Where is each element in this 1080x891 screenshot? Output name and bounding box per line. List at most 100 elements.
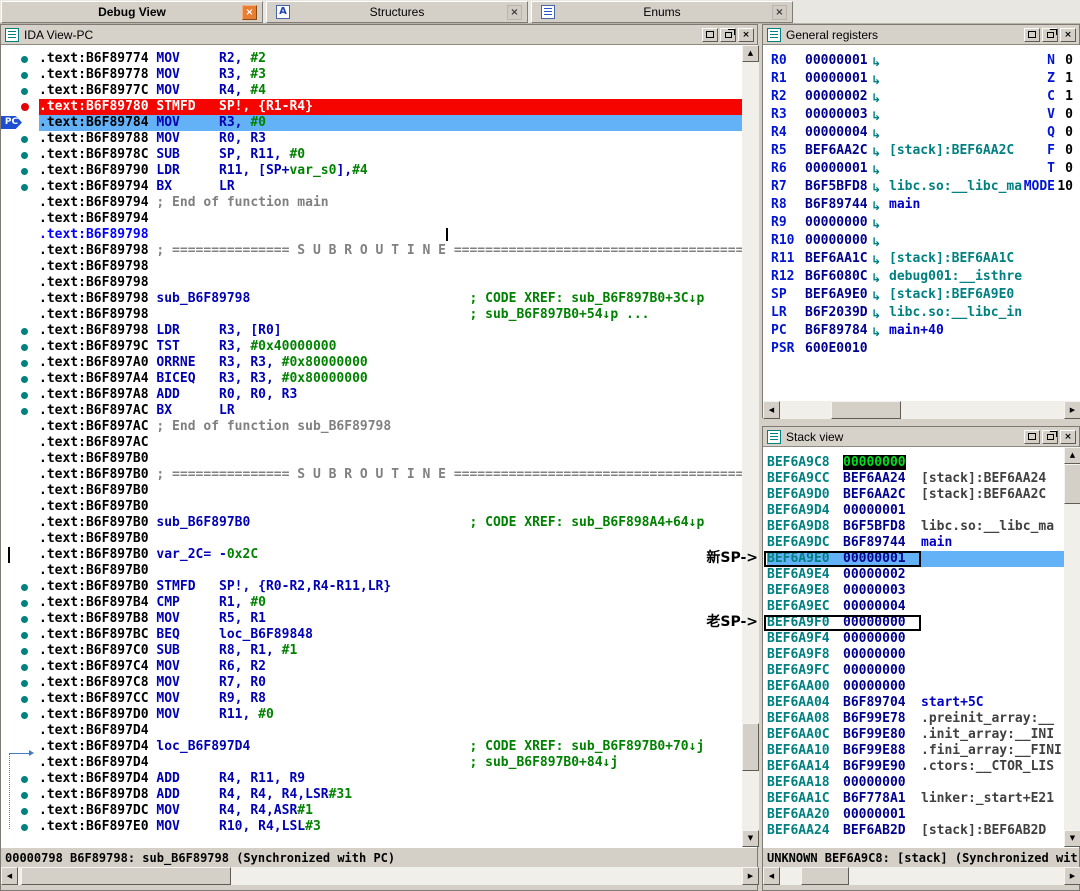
follow-arrow-icon[interactable]: ↳ bbox=[871, 233, 881, 251]
tab-close-icon[interactable]: × bbox=[772, 5, 787, 20]
disasm-hscrollbar[interactable]: ◀ ▶ bbox=[1, 867, 759, 885]
stack-row[interactable]: BEF6A9C8 00000000 bbox=[767, 455, 1064, 471]
disasm-line[interactable]: .text:B6F89798 LDR R3, [R0] bbox=[1, 323, 742, 339]
scroll-left-icon[interactable]: ◀ bbox=[763, 867, 780, 885]
disasm-line[interactable]: .text:B6F897D4 ADD R4, R11, R9 bbox=[1, 771, 742, 787]
disassembly-lines[interactable]: .text:B6F89774 MOV R2, #2 .text:B6F89778 … bbox=[1, 45, 742, 847]
stack-float-icon[interactable] bbox=[1042, 429, 1058, 444]
stack-minimize-icon[interactable] bbox=[1024, 429, 1040, 444]
follow-arrow-icon[interactable]: ↳ bbox=[871, 323, 881, 341]
stack-hscroll-thumb[interactable] bbox=[801, 867, 849, 885]
registers-float-icon[interactable] bbox=[1042, 27, 1058, 42]
disasm-line[interactable]: .text:B6F8978C SUB SP, R11, #0 bbox=[1, 147, 742, 163]
register-row[interactable]: R7 B6F5BFD8 ↳ libc.so:__libc_ma bbox=[771, 179, 1080, 197]
follow-arrow-icon[interactable]: ↳ bbox=[871, 215, 881, 233]
stack-titlebar[interactable]: Stack view × bbox=[763, 427, 1079, 447]
disasm-line[interactable]: .text:B6F897B0 bbox=[1, 563, 742, 579]
disasm-line[interactable]: .text:B6F897AC BX LR bbox=[1, 403, 742, 419]
stack-row[interactable]: BEF6AA04 B6F89704 start+5C bbox=[767, 695, 1064, 711]
follow-arrow-icon[interactable]: ↳ bbox=[871, 143, 881, 161]
follow-arrow-icon[interactable]: ↳ bbox=[871, 179, 881, 197]
disasm-line[interactable]: .text:B6F89774 MOV R2, #2 bbox=[1, 51, 742, 67]
scroll-right-icon[interactable]: ▶ bbox=[1064, 867, 1080, 885]
disasm-line[interactable]: .text:B6F897E0 MOV R10, R4,LSL#3 bbox=[1, 819, 742, 835]
registers-hscrollbar[interactable]: ◀ ▶ bbox=[763, 401, 1080, 419]
register-row[interactable]: R4 00000004 ↳ bbox=[771, 125, 1080, 143]
disasm-line[interactable]: .text:B6F897AC ; End of function sub_B6F… bbox=[1, 419, 742, 435]
register-row[interactable]: PC B6F89784 ↳ main+40 bbox=[771, 323, 1080, 341]
stack-row[interactable]: BEF6AA18 00000000 bbox=[767, 775, 1064, 791]
stack-vscroll-thumb[interactable] bbox=[1064, 464, 1080, 504]
register-row[interactable]: R12 B6F6080C ↳ debug001:__isthre bbox=[771, 269, 1080, 287]
stack-row[interactable]: BEF6A9EC 00000004 bbox=[767, 599, 1064, 615]
stack-rows[interactable]: BEF6A9C8 00000000 BEF6A9CC BEF6AA24 [stack]:… bbox=[763, 447, 1064, 847]
tab-enums[interactable]: Enums × bbox=[531, 1, 793, 23]
scroll-right-icon[interactable]: ▶ bbox=[1064, 401, 1080, 419]
scroll-left-icon[interactable]: ◀ bbox=[1, 867, 18, 885]
follow-arrow-icon[interactable]: ↳ bbox=[871, 53, 881, 71]
disasm-vscrollbar[interactable]: ▲ ▼ bbox=[742, 45, 759, 847]
registers-hscroll-thumb[interactable] bbox=[831, 401, 901, 419]
stack-row[interactable]: BEF6A9E0 00000001 bbox=[764, 551, 1064, 567]
register-row[interactable]: R1 00000001 ↳ bbox=[771, 71, 1080, 89]
tab-close-icon[interactable]: × bbox=[242, 5, 257, 20]
disasm-line[interactable]: .text:B6F897C4 MOV R6, R2 bbox=[1, 659, 742, 675]
disasm-line[interactable]: .text:B6F89790 LDR R11, [SP+var_s0],#4 bbox=[1, 163, 742, 179]
disasm-line[interactable]: .text:B6F89798 sub_B6F89798 ; CODE XREF:… bbox=[1, 291, 742, 307]
tab-structures[interactable]: A Structures × bbox=[266, 1, 528, 23]
disasm-line[interactable]: .text:B6F897C0 SUB R8, R1, #1 bbox=[1, 643, 742, 659]
disasm-line[interactable]: .text:B6F897D0 MOV R11, #0 bbox=[1, 707, 742, 723]
disasm-line[interactable]: .text:B6F89794 bbox=[1, 211, 742, 227]
register-row[interactable]: SP BEF6A9E0 ↳ [stack]:BEF6A9E0 bbox=[771, 287, 1080, 305]
disasm-line[interactable]: .text:B6F89778 MOV R3, #3 bbox=[1, 67, 742, 83]
disasm-line[interactable]: .text:B6F897B0 bbox=[1, 451, 742, 467]
disasm-line[interactable]: .text:B6F897A8 ADD R0, R0, R3 bbox=[1, 387, 742, 403]
follow-arrow-icon[interactable]: ↳ bbox=[871, 125, 881, 143]
stack-row[interactable]: BEF6A9E8 00000003 bbox=[767, 583, 1064, 599]
disasm-line[interactable]: .text:B6F897B0 sub_B6F897B0 ; CODE XREF:… bbox=[1, 515, 742, 531]
stack-row[interactable]: BEF6A9DC B6F89744 main bbox=[767, 535, 1064, 551]
disasm-line[interactable]: .text:B6F897B0 bbox=[1, 499, 742, 515]
follow-arrow-icon[interactable]: ↳ bbox=[871, 197, 881, 215]
register-list[interactable]: R0 00000001 ↳ R1 00000001 ↳ R2 00000002 ↳ R3 00000… bbox=[763, 45, 1080, 401]
disasm-line[interactable]: .text:B6F897CC MOV R9, R8 bbox=[1, 691, 742, 707]
scroll-up-icon[interactable]: ▲ bbox=[742, 45, 759, 62]
scroll-left-icon[interactable]: ◀ bbox=[763, 401, 780, 419]
disasm-line[interactable]: .text:B6F897A0 ORRNE R3, R3, #0x80000000 bbox=[1, 355, 742, 371]
scroll-down-icon[interactable]: ▼ bbox=[1064, 830, 1080, 847]
stack-row[interactable]: BEF6A9E4 00000002 bbox=[767, 567, 1064, 583]
stack-row[interactable]: BEF6A9FC 00000000 bbox=[767, 663, 1064, 679]
disasm-line[interactable]: PC .text:B6F89784 MOV R3, #0 bbox=[1, 115, 742, 131]
disasm-line[interactable]: .text:B6F897BC BEQ loc_B6F89848 bbox=[1, 627, 742, 643]
disasm-close-icon[interactable]: × bbox=[738, 27, 754, 42]
disasm-line[interactable]: .text:B6F89798 bbox=[1, 259, 742, 275]
disasm-line[interactable]: .text:B6F897D4 bbox=[1, 723, 742, 739]
follow-arrow-icon[interactable]: ↳ bbox=[871, 71, 881, 89]
disasm-line[interactable]: .text:B6F89798 ; =============== S U B R… bbox=[1, 243, 742, 259]
disasm-line[interactable]: .text:B6F89794 BX LR bbox=[1, 179, 742, 195]
disasm-line[interactable]: .text:B6F8977C MOV R4, #4 bbox=[1, 83, 742, 99]
stack-close-icon[interactable]: × bbox=[1060, 429, 1076, 444]
follow-arrow-icon[interactable]: ↳ bbox=[871, 161, 881, 179]
stack-row[interactable]: BEF6A9F4 00000000 bbox=[767, 631, 1064, 647]
breakpoint-dot[interactable] bbox=[21, 103, 29, 111]
stack-row[interactable]: BEF6AA20 00000001 bbox=[767, 807, 1064, 823]
stack-hscrollbar[interactable]: ◀ ▶ bbox=[763, 867, 1080, 885]
disasm-line[interactable]: .text:B6F897D4 loc_B6F897D4 ; CODE XREF:… bbox=[1, 739, 742, 755]
follow-arrow-icon[interactable]: ↳ bbox=[871, 305, 881, 323]
disasm-line[interactable]: .text:B6F897B4 CMP R1, #0 bbox=[1, 595, 742, 611]
register-row[interactable]: PSR 600E0010 bbox=[771, 341, 1080, 359]
stack-row[interactable]: BEF6AA14 B6F99E90 .ctors:__CTOR_LIS bbox=[767, 759, 1064, 775]
disasm-line[interactable]: .text:B6F8979C TST R3, #0x40000000 bbox=[1, 339, 742, 355]
stack-row[interactable]: BEF6AA08 B6F99E78 .preinit_array:__ bbox=[767, 711, 1064, 727]
disasm-line[interactable]: .text:B6F897B0 STMFD SP!, {R0-R2,R4-R11,… bbox=[1, 579, 742, 595]
register-row[interactable]: R3 00000003 ↳ bbox=[771, 107, 1080, 125]
register-row[interactable]: R2 00000002 ↳ bbox=[771, 89, 1080, 107]
stack-row[interactable]: BEF6A9CC BEF6AA24 [stack]:BEF6AA24 bbox=[767, 471, 1064, 487]
stack-row[interactable]: BEF6A9D0 BEF6AA2C [stack]:BEF6AA2C bbox=[767, 487, 1064, 503]
follow-arrow-icon[interactable]: ↳ bbox=[871, 107, 881, 125]
register-row[interactable]: LR B6F2039D ↳ libc.so:__libc_in bbox=[771, 305, 1080, 323]
disasm-line[interactable]: .text:B6F897AC bbox=[1, 435, 742, 451]
disasm-line[interactable]: .text:B6F897B0 ; =============== S U B R… bbox=[1, 467, 742, 483]
register-row[interactable]: R8 B6F89744 ↳ main bbox=[771, 197, 1080, 215]
